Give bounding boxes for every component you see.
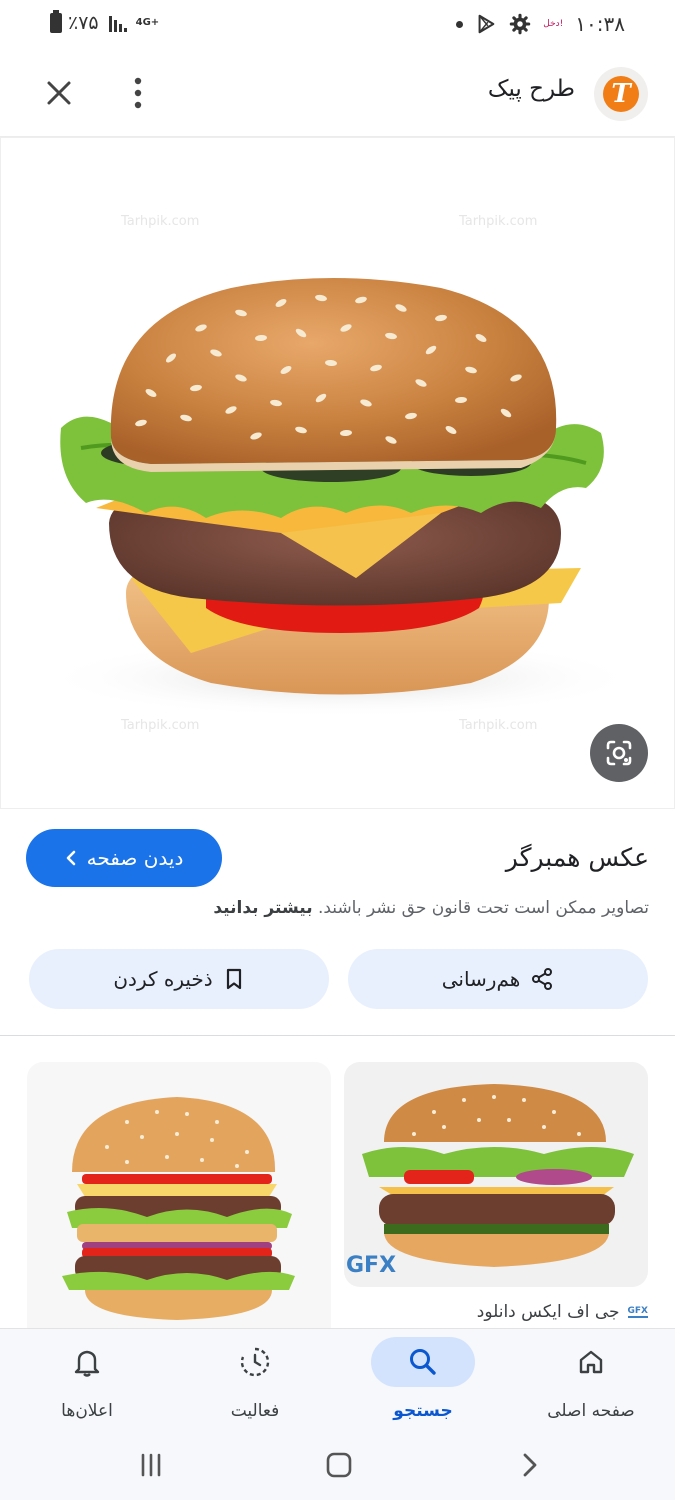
related-image-card[interactable]: GFX: [344, 1062, 648, 1287]
nav-notifications[interactable]: اعلان‌ها: [3, 1329, 171, 1429]
battery-icon: [50, 10, 62, 33]
bookmark-icon: [226, 968, 241, 990]
main-image[interactable]: Tarhpik.com Tarhpik.com Tarhpik.com Tarh…: [0, 137, 675, 809]
home-square-icon: [326, 1452, 352, 1478]
home-system-button[interactable]: [316, 1442, 362, 1488]
gfx-logo-text: GFX: [346, 1253, 396, 1278]
related-source[interactable]: GFX جی اف ایکس دانلود: [477, 1302, 648, 1322]
status-bar: ٪۷۵ 4G+ دخل! ۱۰:۳۸: [0, 0, 675, 50]
carrier-tag: دخل!: [543, 19, 564, 29]
battery-level: ٪۷۵: [68, 12, 99, 34]
image-viewer-header: طرح پیک T: [0, 60, 675, 126]
hamburger-illustration: [41, 278, 641, 718]
signal-icon: [108, 14, 127, 32]
bell-icon: [74, 1350, 100, 1377]
chevron-right-icon: [523, 1453, 537, 1477]
nav-home[interactable]: صفحه اصلی: [507, 1329, 675, 1429]
nav-label: فعالیت: [230, 1401, 280, 1421]
close-button[interactable]: [40, 74, 78, 112]
divider: [0, 1035, 675, 1036]
more-options-button[interactable]: [122, 74, 154, 112]
chevron-left-icon: [66, 850, 75, 866]
nav-label: اعلان‌ها: [61, 1401, 113, 1421]
source-site-name[interactable]: طرح پیک: [488, 76, 575, 102]
view-page-button[interactable]: دیدن صفحه: [26, 829, 222, 887]
share-icon: [532, 968, 553, 990]
search-icon: [410, 1349, 436, 1375]
nav-icon-wrap: [539, 1337, 643, 1387]
nav-icon-wrap: [371, 1337, 475, 1387]
nav-icon-wrap: [203, 1337, 307, 1387]
image-title: عکس همبرگر: [505, 843, 649, 872]
history-icon: [240, 1347, 270, 1377]
copyright-text: تصاویر ممکن است تحت قانون حق نشر باشند.: [317, 898, 649, 918]
settings-gear-icon: [510, 13, 531, 35]
nav-label: صفحه اصلی: [547, 1401, 635, 1421]
copyright-notice: تصاویر ممکن است تحت قانون حق نشر باشند. …: [213, 898, 649, 918]
save-label: ذخیره کردن: [113, 967, 213, 991]
source-name: جی اف ایکس دانلود: [476, 1302, 620, 1322]
notification-dot-icon: [456, 20, 464, 28]
related-image-card[interactable]: [27, 1062, 331, 1362]
learn-more-link[interactable]: بیشتر بدانید: [213, 898, 312, 918]
network-type: 4G+: [135, 17, 160, 28]
google-lens-button[interactable]: [590, 724, 648, 782]
nav-activity[interactable]: فعالیت: [171, 1329, 339, 1429]
source-favicon: GFX: [627, 1306, 648, 1318]
nav-search[interactable]: جستجو: [339, 1329, 507, 1429]
gfx-logo: GFX: [346, 1253, 396, 1278]
view-page-label: دیدن صفحه: [86, 846, 184, 870]
site-logo-letter: T: [603, 76, 639, 112]
burger-thumbnail: GFX: [346, 1084, 634, 1278]
nav-icon-wrap: [35, 1337, 139, 1387]
double-burger-thumbnail: [62, 1097, 295, 1320]
close-icon: [47, 81, 71, 105]
bottom-navigation: صفحه اصلی جستجو فعالیت اعلان‌ها: [0, 1328, 675, 1428]
share-label: هم‌رسانی: [441, 967, 521, 991]
recents-icon: [141, 1453, 161, 1477]
google-lens-icon: [606, 740, 632, 766]
play-store-icon: [478, 14, 495, 34]
more-vert-icon: [134, 77, 142, 109]
system-navigation-bar: [0, 1428, 675, 1500]
share-button[interactable]: هم‌رسانی: [348, 949, 648, 1009]
status-right: دخل! ۱۰:۳۸: [456, 12, 625, 36]
nav-label: جستجو: [393, 1401, 453, 1421]
recent-apps-button[interactable]: [128, 1442, 174, 1488]
status-left: ٪۷۵ 4G+: [50, 10, 160, 34]
save-button[interactable]: ذخیره کردن: [29, 949, 329, 1009]
site-logo[interactable]: T: [594, 67, 648, 121]
home-icon: [579, 1350, 603, 1374]
back-button[interactable]: [506, 1442, 552, 1488]
clock: ۱۰:۳۸: [575, 12, 625, 36]
